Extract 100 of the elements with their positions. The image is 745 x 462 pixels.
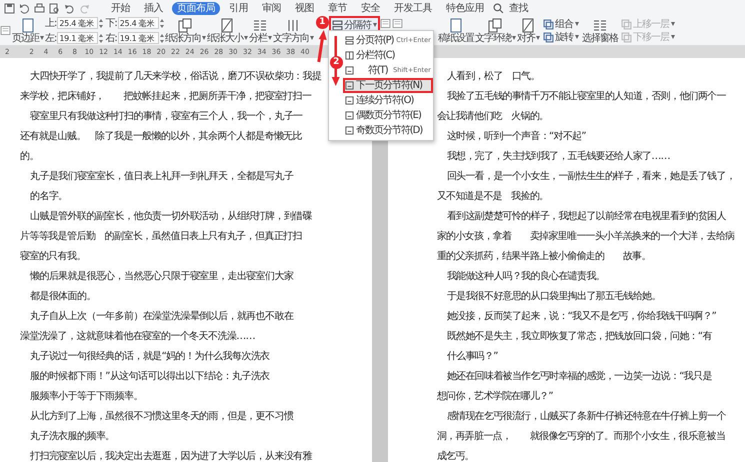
text-line: 打扫完寝室以后，我决定出去逛逛，因为进了大学以后，从来没有雅 [29,450,312,462]
field-label: 下: [105,16,117,30]
preview-icon[interactable] [49,2,60,14]
text-line: 感情现在乞丐很流行，山贼买了条新牛仔裤还特意在牛仔裤上剪一个 [446,410,726,424]
field-label: 上: [45,16,56,30]
menu-item[interactable]: 连续分节符(O) [342,93,433,108]
margin-field[interactable]: 25.4 毫米 [57,17,98,29]
menu-item[interactable]: 下一页分节符(N) [342,78,433,93]
text-line: 她还在回味着被当作乞丐时幸福的感觉，一边笑一边说：“我只是 [446,370,712,384]
text-line: 的。 [20,150,39,164]
text-line: 这时候，听到一个声音：“对不起” [446,130,586,144]
section-break-icon [344,126,354,135]
text-line: 服的时候都下雨！”从这句话可以得出以下结论：丸子洗衣 [29,370,270,384]
search-icon[interactable] [493,2,504,14]
text-line: 洞，再弄脏一点， 就很像乞丐穿的了。而那个小女生，很乐意被当 [436,430,726,444]
page-break-icon [344,36,354,45]
ribbon-button[interactable]: 页边距 [12,18,44,44]
text-line: 想问你，艺术学院在哪儿？” [436,390,553,404]
layer-icon [542,32,554,42]
menu-tab[interactable]: 开发工具 [389,2,437,14]
column-break-icon [344,51,354,60]
layer-icon [620,18,632,30]
text-line: 懒的后果就是很恶心，当然恶心只限于寝室里，走出寝室们大家 [28,270,294,284]
text-line: 成乞丐。 [436,450,474,462]
menu-item[interactable]: 奇数页分节符(D) [342,123,433,138]
text-line: 既然她不是失主，我立即恢复了常态，把钱放回口袋，问她：“有 [446,330,712,344]
ribbon-button[interactable]: 组合 [540,18,581,30]
text-line: 会让我请他们吃 火锅的。 [436,110,548,124]
text-line: 于是我很不好意思的从口袋里掏出了那五毛钱给她。 [446,290,661,304]
text-line: 丸子自从上次（一年多前）在澡堂洗澡晕倒以后，就再也不敢在 [29,310,294,324]
text-line: 又不知道是不是 我捡的。 [436,190,548,204]
ribbon-button[interactable]: 分栏 [248,18,272,44]
text-line: 我捡了五毛钱的事情千万不能让寝室里的人知道，否则，他们两个一 [446,90,726,104]
section-break-icon [344,111,354,120]
text-line: 什么事吗？” [446,350,498,364]
ribbon-button[interactable]: 文字方向 [272,18,314,44]
ribbon-button[interactable]: 稿纸设置 [438,18,474,44]
menu-tab[interactable]: 特色应用 [441,2,489,14]
text-line: 回头一看，是一个小女生，一副怯生生的样子，看来，她是丢了钱了， [446,170,736,184]
ribbon-button[interactable]: 旋转 [540,30,581,44]
text-line: 丸子说过一句很经典的话，就是“妈的！为什么我每次洗衣 [29,350,270,364]
text-line: 澡堂洗澡了，这就意味着他在寝室的一个冬天不洗澡…… [20,330,256,344]
annotation-arrow [332,36,340,86]
undo-icon[interactable] [19,2,30,14]
page-layout-icon[interactable] [380,18,391,29]
menu-tab[interactable]: 页面布局 [172,2,220,14]
text-line: 从北方到了上海，虽然很不习惯这里冬天的雨，但是，更不习惯 [29,410,294,424]
field-label: 右: [105,32,117,46]
text-line: 看到这副楚楚可怜的样子，我想起了以前经常在电视里看到的贫困人 [446,210,726,224]
field-label: 左: [45,32,56,46]
menu-item[interactable]: 分栏符(C) [342,48,433,63]
text-line: 大四快开学了，我提前了几天来学校，俗话说，磨刀不误砍柴功：我提 [29,70,322,84]
menu-tab[interactable]: 安全 [356,2,385,14]
text-line: 的名字。 [29,190,68,204]
printer-icon[interactable] [34,2,45,14]
text-line: 丸子洗衣服的频率。 [29,430,115,444]
break-icon [332,20,343,30]
text-line: 丸子是我们寝室室长，值日表上礼拜一到礼拜天，全都是写丸子 [29,170,294,184]
ribbon-button[interactable]: 对齐 [516,18,540,44]
columns-icon [592,18,607,32]
text-line: 重的父亲抓药，结果半路上被小偷偷走的 故事。 [436,250,651,264]
text-line: 服频率小于等于下雨频率。 [29,390,143,404]
search-button[interactable]: 查找 [508,2,533,14]
text-line: 家的小女孩，拿着 卖掉家里唯一一头小羊羔换来的一个大洋，去给病 [436,230,734,244]
save-icon[interactable] [4,2,15,14]
menu-item[interactable]: 偶数页分节符(E) [342,108,433,123]
text-line: 人看到，松了 口气。 [446,70,540,84]
margin-field[interactable]: 19.1 毫米 [57,32,98,44]
ribbon-button[interactable]: 纸张大小 [206,18,248,44]
text-line: 来学校，把床铺好， 把蚊帐挂起来，把厕所弄干净，把寝室打扫一 [20,90,312,104]
menu-tab[interactable]: 开始 [106,2,135,14]
page-icon[interactable] [0,25,11,36]
columns-icon [253,18,268,32]
menu-tab[interactable]: 视图 [290,2,319,14]
annotation-arrow [317,30,327,62]
text-line: 寝室的只有我。 [20,250,86,264]
text-line: 山贼是管外联的副室长，他负责一切外联活动，从组织打牌，到借碟 [29,210,312,224]
ribbon-button[interactable]: 文字环绕 [474,18,516,44]
section-break-icon [344,66,354,75]
page-layout-icon[interactable] [392,18,403,29]
menu-tab[interactable]: 引用 [224,2,253,14]
text-line: 片等等我是管后勤 的副室长，虽然值日表上只有丸子，但真正打扫 [20,230,302,244]
section-break-icon [344,96,354,105]
layer-icon [620,32,632,42]
text-line: 我能做这种人吗？我的良心在谴责我。 [446,270,605,284]
ribbon-button[interactable]: 纸张方向 [164,18,206,44]
margin-field[interactable]: 19.1 毫米 [118,32,159,44]
margin-field[interactable]: 25.4 毫米 [118,17,159,29]
text-line: 都是很体面的。 [29,290,96,304]
layer-icon [542,18,554,30]
section-break-icon [344,81,354,90]
menu-tab[interactable]: 章节 [323,2,352,14]
text-line: 我想，完了，失主找到我了，五毛钱要还给人家了…… [446,150,670,164]
text-line: 她没接，反而笑了起来，说：“我又不是乞丐，你给我钱干吗啊？” [446,310,716,324]
text-line: 还有就是山贼。 除了我是一般懒的以外，其余两个人都是奇懒无比 [20,130,302,144]
menu-tab[interactable]: 审阅 [257,2,286,14]
ribbon-button[interactable]: 选择窗格 [582,18,618,44]
undo-icon[interactable] [64,2,75,14]
text-line: 寝室里只有我做这种打扫的事情，寝室有三个人，我一个，丸子一 [29,110,303,124]
menu-tab[interactable]: 插入 [139,2,168,14]
